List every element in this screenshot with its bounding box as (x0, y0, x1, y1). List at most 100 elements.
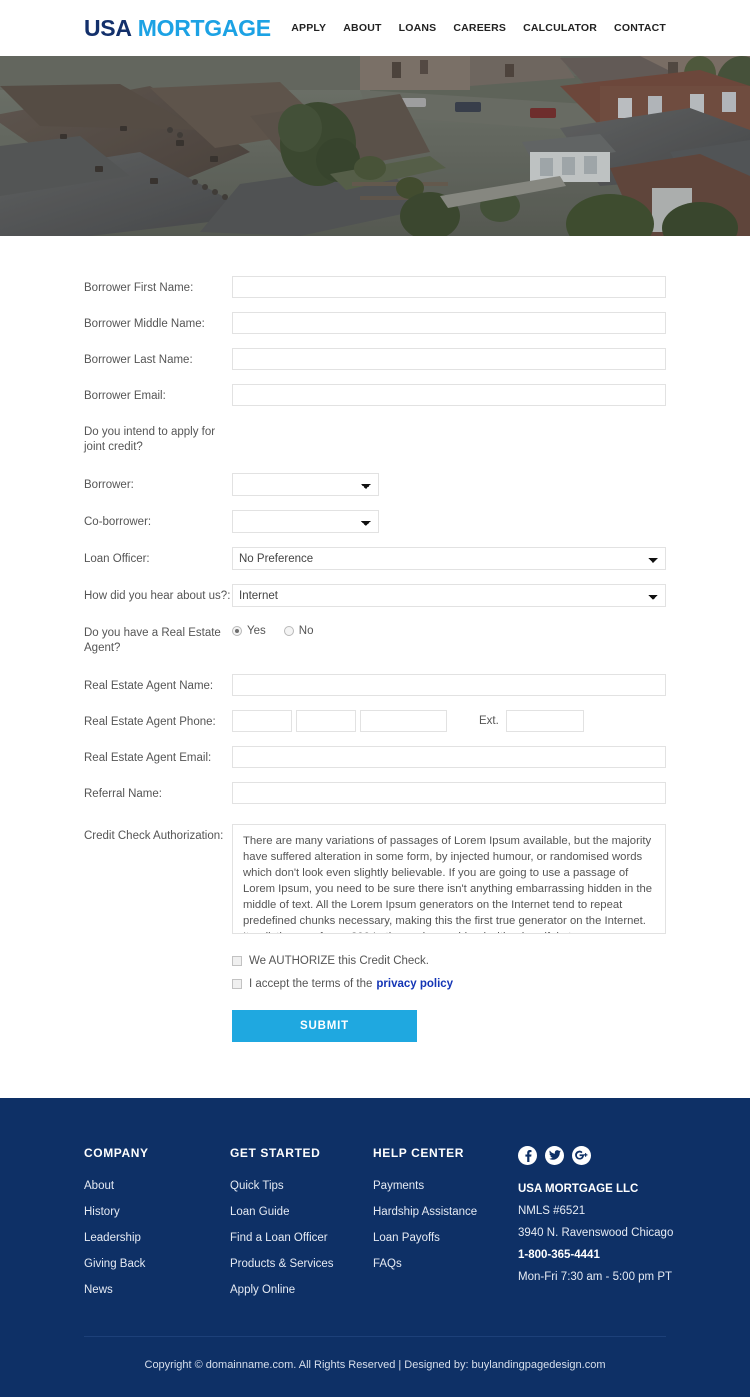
list-item[interactable]: History (84, 1202, 230, 1220)
credit-check-authorization-textarea[interactable]: There are many variations of passages of… (232, 824, 666, 934)
field-row-real-estate-agent-question: Do you have a Real Estate Agent? Yes No (84, 621, 666, 656)
agent-email-input[interactable] (232, 746, 666, 768)
field-row-borrower-middle-name: Borrower Middle Name: (84, 312, 666, 334)
field-row-loan-officer: Loan Officer: No Preference (84, 547, 666, 570)
footer-phone-number[interactable]: 1-800-365-4441 (518, 1248, 678, 1262)
nav-item-about[interactable]: ABOUT (343, 22, 381, 34)
list-item[interactable]: About (84, 1176, 230, 1194)
field-row-joint-credit-question: Do you intend to apply for joint credit? (84, 420, 666, 455)
list-item[interactable]: Products & Services (230, 1254, 373, 1272)
footer-column-help-center: HELP CENTER Payments Hardship Assistance… (373, 1146, 518, 1280)
list-item[interactable]: Giving Back (84, 1254, 230, 1272)
twitter-icon[interactable] (545, 1146, 564, 1165)
label-agent-email: Real Estate Agent Email: (84, 752, 212, 764)
radio-option-yes[interactable]: Yes (232, 625, 266, 637)
radio-yes-indicator[interactable] (232, 626, 242, 636)
footer-link-about[interactable]: About (84, 1180, 114, 1192)
footer-link-loan-guide[interactable]: Loan Guide (230, 1206, 289, 1218)
list-item[interactable]: Hardship Assistance (373, 1202, 518, 1220)
list-item[interactable]: Quick Tips (230, 1176, 373, 1194)
real-estate-agent-radio-group: Yes No (232, 621, 666, 637)
field-row-coborrower-select: Co-borrower: (84, 510, 666, 533)
footer-link-history[interactable]: History (84, 1206, 120, 1218)
borrower-last-name-input[interactable] (232, 348, 666, 370)
list-item[interactable]: Find a Loan Officer (230, 1228, 373, 1246)
list-item[interactable]: FAQs (373, 1254, 518, 1272)
footer-link-loan-payoffs[interactable]: Loan Payoffs (373, 1232, 440, 1244)
agent-phone-prefix-input[interactable] (296, 710, 356, 732)
label-loan-officer: Loan Officer: (84, 553, 150, 565)
site-footer: COMPANY About History Leadership Giving … (0, 1098, 750, 1397)
list-item[interactable]: Loan Guide (230, 1202, 373, 1220)
footer-link-apply-online[interactable]: Apply Online (230, 1284, 295, 1296)
agent-phone-area-code-input[interactable] (232, 710, 292, 732)
footer-link-quick-tips[interactable]: Quick Tips (230, 1180, 284, 1192)
radio-option-no[interactable]: No (283, 625, 313, 637)
accept-terms-checkbox[interactable] (232, 979, 242, 989)
label-borrower-email: Borrower Email: (84, 390, 166, 402)
hero-neighborhood-illustration (0, 56, 750, 236)
agent-name-input[interactable] (232, 674, 666, 696)
field-row-referral-name: Referral Name: (84, 782, 666, 804)
footer-list-help-center: Payments Hardship Assistance Loan Payoff… (373, 1176, 518, 1272)
footer-heading-company: COMPANY (84, 1146, 149, 1160)
privacy-policy-link[interactable]: privacy policy (376, 978, 453, 990)
field-row-credit-check: Credit Check Authorization: There are ma… (84, 824, 666, 939)
referral-name-input[interactable] (232, 782, 666, 804)
list-item[interactable]: Loan Payoffs (373, 1228, 518, 1246)
nav-item-contact[interactable]: CONTACT (614, 22, 666, 34)
checkbox-row-terms[interactable]: I accept the terms of the privacy policy (232, 978, 666, 990)
borrower-first-name-input[interactable] (232, 276, 666, 298)
footer-business-hours: Mon-Fri 7:30 am - 5:00 pm PT (518, 1271, 673, 1283)
borrower-middle-name-input[interactable] (232, 312, 666, 334)
footer-link-hardship-assistance[interactable]: Hardship Assistance (373, 1206, 477, 1218)
field-row-agent-email: Real Estate Agent Email: (84, 746, 666, 768)
hero-banner-image (0, 56, 750, 236)
label-borrower-first-name: Borrower First Name: (84, 282, 194, 294)
field-row-agent-name: Real Estate Agent Name: (84, 674, 666, 696)
checkbox-row-authorize[interactable]: We AUTHORIZE this Credit Check. (232, 955, 666, 967)
field-row-borrower-email: Borrower Email: (84, 384, 666, 406)
authorize-credit-check-checkbox[interactable] (232, 956, 242, 966)
nav-item-calculator[interactable]: CALCULATOR (523, 22, 597, 34)
hear-about-us-select[interactable]: Internet (232, 584, 666, 607)
site-logo[interactable]: USA MORTGAGE (84, 15, 271, 42)
footer-list-get-started: Quick Tips Loan Guide Find a Loan Office… (230, 1176, 373, 1298)
agent-phone-line-input[interactable] (360, 710, 447, 732)
footer-column-contact: USA MORTGAGE LLC NMLS #6521 3940 N. Rave… (518, 1146, 678, 1292)
coborrower-select[interactable] (232, 510, 379, 533)
list-item[interactable]: News (84, 1280, 230, 1298)
label-agent-name: Real Estate Agent Name: (84, 680, 214, 692)
footer-company-name: USA MORTGAGE LLC (518, 1183, 639, 1195)
footer-heading-get-started: GET STARTED (230, 1146, 321, 1160)
footer-columns: COMPANY About History Leadership Giving … (84, 1146, 673, 1306)
nav-item-loans[interactable]: LOANS (399, 22, 437, 34)
footer-link-payments[interactable]: Payments (373, 1180, 424, 1192)
footer-link-news[interactable]: News (84, 1284, 113, 1296)
footer-link-faqs[interactable]: FAQs (373, 1258, 402, 1270)
field-row-hear-about-us: How did you hear about us?: Internet (84, 584, 666, 607)
label-credit-check-authorization: Credit Check Authorization: (84, 830, 224, 842)
nav-item-apply[interactable]: APPLY (291, 22, 326, 34)
label-hear-about-us: How did you hear about us?: (84, 590, 231, 602)
footer-link-find-a-loan-officer[interactable]: Find a Loan Officer (230, 1232, 328, 1244)
loan-officer-select[interactable]: No Preference (232, 547, 666, 570)
nav-item-careers[interactable]: CAREERS (453, 22, 506, 34)
borrower-select[interactable] (232, 473, 379, 496)
facebook-icon[interactable] (518, 1146, 537, 1165)
borrower-email-input[interactable] (232, 384, 666, 406)
radio-no-indicator[interactable] (283, 626, 294, 636)
google-plus-icon[interactable] (572, 1146, 591, 1165)
list-item[interactable]: Payments (373, 1176, 518, 1194)
label-real-estate-agent-question: Do you have a Real Estate Agent? (84, 627, 221, 654)
list-item[interactable]: Apply Online (230, 1280, 373, 1298)
footer-link-products-services[interactable]: Products & Services (230, 1258, 334, 1270)
submit-button[interactable]: SUBMIT (232, 1010, 417, 1042)
agent-phone-extension-input[interactable] (505, 710, 584, 732)
main-navigation: APPLY ABOUT LOANS CAREERS CALCULATOR CON… (291, 22, 666, 34)
field-row-borrower-first-name: Borrower First Name: (84, 276, 666, 298)
footer-link-leadership[interactable]: Leadership (84, 1232, 141, 1244)
list-item[interactable]: Leadership (84, 1228, 230, 1246)
footer-link-giving-back[interactable]: Giving Back (84, 1258, 145, 1270)
consent-checkbox-group: We AUTHORIZE this Credit Check. I accept… (232, 955, 666, 990)
